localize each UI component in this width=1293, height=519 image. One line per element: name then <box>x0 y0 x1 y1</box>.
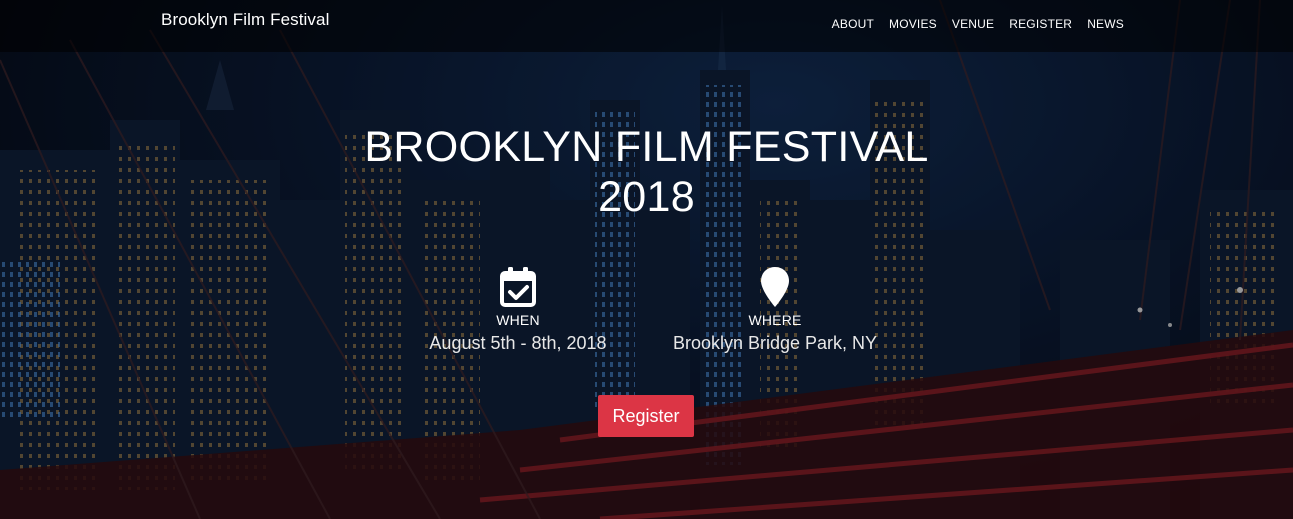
when-label: WHEN <box>496 312 540 328</box>
nav-link-register[interactable]: REGISTER <box>1009 17 1072 31</box>
nav-link-about[interactable]: ABOUT <box>832 17 874 31</box>
nav-link-news[interactable]: NEWS <box>1087 17 1124 31</box>
brand-link[interactable]: Brooklyn Film Festival <box>161 10 329 30</box>
event-location-block: WHERE Brooklyn Bridge Park, NY <box>645 266 905 354</box>
title-line-1: BROOKLYN FILM FESTIVAL <box>364 123 929 171</box>
where-label: WHERE <box>748 312 802 328</box>
where-value: Brooklyn Bridge Park, NY <box>672 333 878 353</box>
title-line-2: 2018 <box>598 173 695 221</box>
register-button[interactable]: Register <box>598 395 694 437</box>
hero-background <box>0 0 1293 519</box>
calendar-check-icon <box>500 267 536 307</box>
event-date-block: WHEN August 5th - 8th, 2018 <box>388 266 648 354</box>
nav-links: ABOUT MOVIES VENUE REGISTER NEWS <box>832 15 1124 33</box>
nav-link-venue[interactable]: VENUE <box>952 17 994 31</box>
page-title: BROOKLYN FILM FESTIVAL 2018 <box>0 122 1293 222</box>
nav-link-movies[interactable]: MOVIES <box>889 17 937 31</box>
top-navbar: Brooklyn Film Festival ABOUT MOVIES VENU… <box>0 0 1293 52</box>
map-pin-icon <box>761 267 789 307</box>
when-value: August 5th - 8th, 2018 <box>429 333 607 353</box>
